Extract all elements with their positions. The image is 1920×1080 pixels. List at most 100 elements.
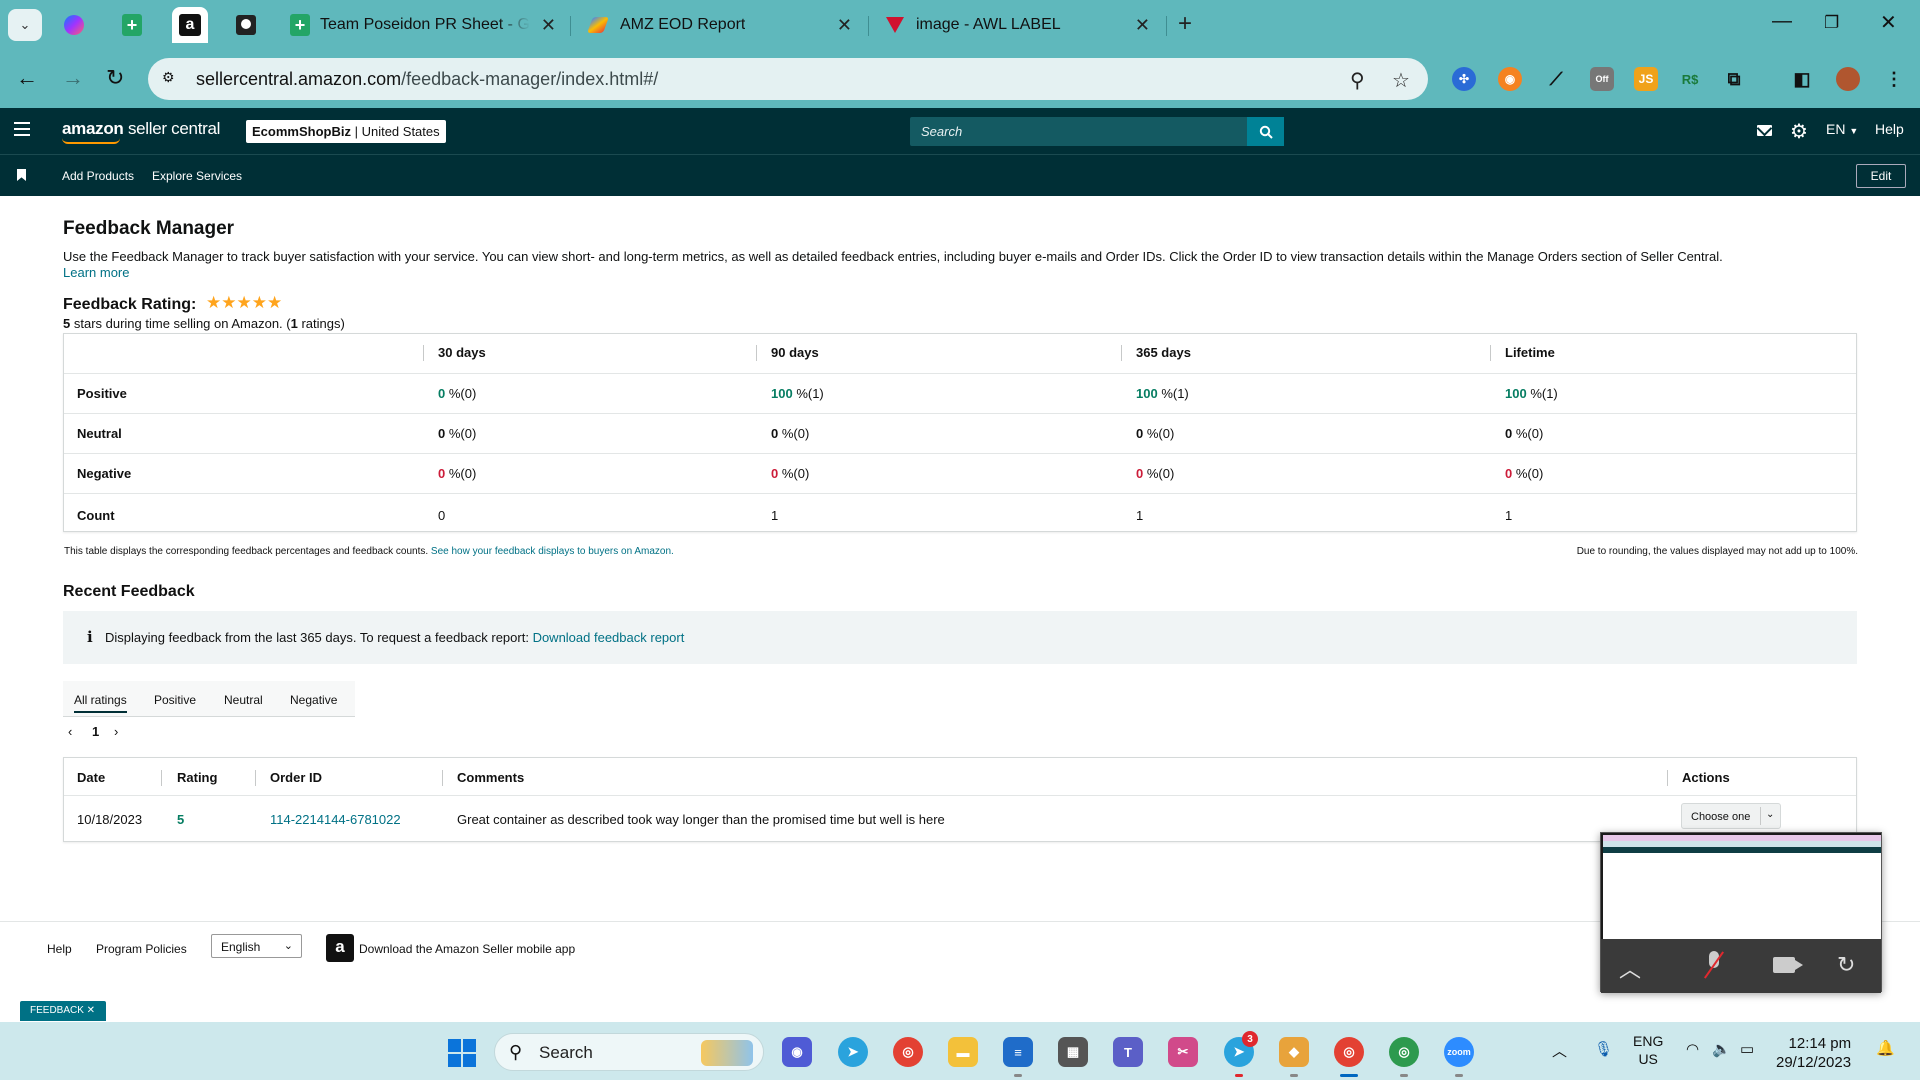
feedback-display-link[interactable]: See how your feedback displays to buyers… <box>431 546 674 557</box>
pinned-tab-sheets[interactable]: + <box>118 11 146 39</box>
close-window-icon[interactable]: ✕ <box>1880 10 1897 35</box>
wifi-icon[interactable]: ◠ <box>1686 1040 1699 1058</box>
search-button[interactable] <box>1247 117 1284 146</box>
extensions-puzzle-icon[interactable]: ⧉ <box>1722 67 1746 91</box>
recent-feedback-title: Recent Feedback <box>63 583 195 600</box>
close-icon[interactable]: ✕ <box>837 15 852 36</box>
chevron-up-icon[interactable]: ︿ <box>1619 952 1641 984</box>
side-panel-icon[interactable]: ◧ <box>1790 67 1814 91</box>
column-header: Order ID <box>270 770 323 785</box>
back-icon[interactable]: ← <box>16 65 38 91</box>
extension-icon[interactable]: ◉ <box>1498 67 1522 91</box>
address-bar[interactable]: ⚙ sellercentral.amazon.com/feedback-mana… <box>148 58 1428 100</box>
program-policies-link[interactable]: Program Policies <box>96 942 187 956</box>
chevron-right-icon[interactable]: › <box>114 724 118 739</box>
camera-icon[interactable] <box>1773 957 1803 973</box>
tab-search-button[interactable]: ⌄ <box>8 9 42 41</box>
teams-icon[interactable]: T <box>1113 1037 1143 1067</box>
tab-all-ratings[interactable]: All ratings <box>74 693 127 713</box>
extension-icon[interactable]: R$ <box>1678 67 1702 91</box>
reload-icon[interactable]: ↻ <box>106 65 124 91</box>
notification-badge: 3 <box>1242 1031 1258 1047</box>
help-link[interactable]: Help <box>1875 121 1904 137</box>
chat-app-icon[interactable]: ◉ <box>782 1037 812 1067</box>
new-tab-icon[interactable]: + <box>1178 10 1192 38</box>
chevron-left-icon[interactable]: ‹ <box>68 724 72 739</box>
system-clock[interactable]: 12:14 pm 29/12/2023 <box>1776 1034 1851 1072</box>
table-row-count: Count 0 1 1 1 <box>64 494 1856 534</box>
close-icon[interactable]: ✕ <box>541 15 556 36</box>
pinned-tab-messenger[interactable] <box>60 11 88 39</box>
pinned-tab-amazon-active[interactable]: a <box>172 7 208 43</box>
mail-icon[interactable] <box>1757 125 1772 136</box>
explore-services-link[interactable]: Explore Services <box>152 169 242 183</box>
order-id-link[interactable]: 114-2214144-6781022 <box>270 812 401 827</box>
extension-icon[interactable]: ✣ <box>1452 67 1476 91</box>
download-report-link[interactable]: Download feedback report <box>533 630 685 645</box>
feedback-badge[interactable]: FEEDBACK ✕ <box>20 1001 106 1021</box>
notepad-icon[interactable]: ≡ <box>1003 1037 1033 1067</box>
file-explorer-icon[interactable]: ▬ <box>948 1037 978 1067</box>
microphone-icon[interactable]: 🎙 <box>1594 1040 1613 1058</box>
forward-icon[interactable]: → <box>62 65 84 91</box>
snipping-tool-icon[interactable]: ✂ <box>1168 1037 1198 1067</box>
pinned-tab-pirate[interactable] <box>232 11 260 39</box>
tab-team-poseidon[interactable]: + Team Poseidon PR Sheet - Goo ✕ <box>280 8 564 42</box>
site-info-icon[interactable]: ⚙ <box>162 69 182 89</box>
mic-muted-icon[interactable] <box>1703 951 1725 979</box>
tab-awl-label[interactable]: image - AWL LABEL ✕ <box>876 8 1158 42</box>
restore-icon[interactable]: ❐ <box>1824 13 1839 33</box>
app-icon[interactable]: ◆ <box>1279 1037 1309 1067</box>
footer-help-link[interactable]: Help <box>47 942 72 956</box>
telegram-icon[interactable]: ➤ <box>838 1037 868 1067</box>
seller-central-logo[interactable]: amazon seller central <box>62 119 220 144</box>
actions-dropdown[interactable]: Choose one ⌄ <box>1681 803 1781 829</box>
edit-button[interactable]: Edit <box>1856 164 1906 188</box>
table-cell: 0 %(0) <box>438 466 477 481</box>
close-icon[interactable]: ✕ <box>1135 15 1150 36</box>
learn-more-link[interactable]: Learn more <box>63 265 129 280</box>
gear-icon[interactable]: ⚙ <box>1790 119 1808 144</box>
running-indicator <box>1014 1074 1022 1077</box>
extension-icon[interactable]: ⟋ <box>1544 67 1568 91</box>
chevron-up-icon[interactable]: ︿ <box>1552 1040 1567 1061</box>
profile-avatar-icon[interactable] <box>1836 67 1860 91</box>
zoom-mini-window[interactable]: ︿ ↻ <box>1600 832 1882 993</box>
minimize-icon[interactable]: — <box>1772 10 1792 33</box>
bookmark-icon[interactable] <box>17 169 26 181</box>
notification-bell-icon[interactable]: 🔔 <box>1876 1039 1895 1057</box>
store-selector[interactable]: EcommShopBiz | United States <box>246 120 446 143</box>
tab-amz-eod-report[interactable]: AMZ EOD Report ✕ <box>578 8 860 42</box>
rating-filter-tabs: All ratings Positive Neutral Negative <box>63 681 355 717</box>
input-language[interactable]: ENG US <box>1633 1032 1663 1068</box>
tab-positive[interactable]: Positive <box>154 693 196 707</box>
share-screen-icon[interactable]: ↻ <box>1837 952 1855 978</box>
page-number[interactable]: 1 <box>92 724 99 739</box>
zoom-search-icon[interactable]: ⚲ <box>1350 68 1365 93</box>
table-note: This table displays the corresponding fe… <box>64 546 674 557</box>
mobile-app-link[interactable]: Download the Amazon Seller mobile app <box>359 942 575 956</box>
bookmark-star-icon[interactable]: ☆ <box>1392 68 1410 93</box>
taskbar-search[interactable]: ⚲ Search <box>494 1033 764 1071</box>
footer-language-select[interactable]: English ⌄ <box>211 934 302 958</box>
zoom-icon[interactable]: zoom <box>1444 1037 1474 1067</box>
add-products-link[interactable]: Add Products <box>62 169 134 183</box>
windows-start-icon[interactable] <box>448 1039 476 1067</box>
chrome-profile-icon[interactable]: ◎ <box>1334 1037 1364 1067</box>
language-selector[interactable]: EN ▼ <box>1826 121 1858 137</box>
column-header: Rating <box>177 770 218 785</box>
tab-neutral[interactable]: Neutral <box>224 693 263 707</box>
menu-kebab-icon[interactable]: ⋮ <box>1882 67 1906 91</box>
extension-off-icon[interactable]: Off <box>1590 67 1614 91</box>
hamburger-menu-icon[interactable] <box>14 122 30 140</box>
calculator-icon[interactable]: ▦ <box>1058 1037 1088 1067</box>
chrome-profile-icon[interactable]: ◎ <box>1389 1037 1419 1067</box>
column-divider <box>1490 345 1491 361</box>
search-input[interactable] <box>910 117 1248 146</box>
battery-icon[interactable]: ▭ <box>1740 1040 1754 1058</box>
chrome-icon[interactable]: ◎ <box>893 1037 923 1067</box>
tab-negative[interactable]: Negative <box>290 693 337 707</box>
volume-icon[interactable]: 🔈 <box>1712 1040 1731 1058</box>
amazon-app-icon[interactable]: a <box>326 934 354 962</box>
extension-js-icon[interactable]: JS <box>1634 67 1658 91</box>
